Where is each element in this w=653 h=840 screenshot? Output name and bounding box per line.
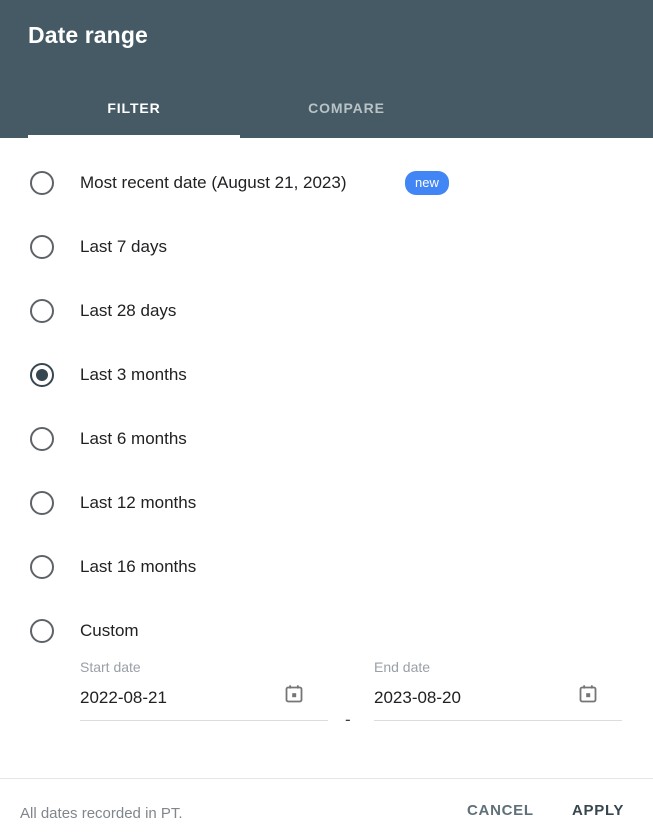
calendar-icon[interactable] [284,684,304,704]
start-date-label: Start date [80,659,141,675]
option-label-last-6-months: Last 6 months [80,429,187,448]
option-label-last-16-months: Last 16 months [80,557,197,576]
radio-last-3-months[interactable] [30,363,54,387]
option-label-last-28-days: Last 28 days [80,301,177,320]
dialog-body: Most recent date (August 21, 2023) new L… [0,138,653,778]
option-last-28-days[interactable]: Last 28 days [0,279,653,343]
option-last-16-months[interactable]: Last 16 months [0,535,653,599]
dialog-header: Date range FILTER COMPARE [0,0,653,138]
radio-last-16-months[interactable] [30,555,54,579]
apply-button[interactable]: APPLY [572,801,624,821]
radio-most-recent-date[interactable] [30,171,54,195]
tab-bar: FILTER COMPARE [0,88,653,138]
tab-compare[interactable]: COMPARE [240,88,453,135]
option-label-last-3-months: Last 3 months [80,365,187,384]
status-badge-new: new [405,171,449,195]
radio-last-6-months[interactable] [30,427,54,451]
end-date-field[interactable]: End date 2023-08-20 [374,658,622,728]
option-custom[interactable]: Custom [0,599,653,663]
start-date-field[interactable]: Start date 2022-08-21 [80,658,328,728]
option-last-3-months[interactable]: Last 3 months [0,343,653,407]
date-range-dialog: Date range FILTER COMPARE Most recent da… [0,0,653,840]
calendar-icon[interactable] [578,684,598,704]
option-label-custom: Custom [80,621,139,640]
option-label-most-recent-date: Most recent date (August 21, 2023) [80,173,347,192]
page-title: Date range [28,22,148,48]
start-date-value[interactable]: 2022-08-21 [80,686,167,710]
radio-last-12-months[interactable] [30,491,54,515]
tab-filter[interactable]: FILTER [28,88,240,135]
custom-date-range: Start date 2022-08-21 - End date 2023-08… [0,658,653,738]
radio-last-28-days[interactable] [30,299,54,323]
option-label-last-7-days: Last 7 days [80,237,167,256]
cancel-button[interactable]: CANCEL [467,801,534,821]
option-last-6-months[interactable]: Last 6 months [0,407,653,471]
option-last-7-days[interactable]: Last 7 days [0,215,653,279]
radio-last-7-days[interactable] [30,235,54,259]
option-label-last-12-months: Last 12 months [80,493,197,512]
radio-custom[interactable] [30,619,54,643]
dialog-footer: All dates recorded in PT. CANCEL APPLY [0,778,653,840]
option-last-12-months[interactable]: Last 12 months [0,471,653,535]
start-date-underline [80,720,328,721]
date-range-separator: - [345,710,351,729]
end-date-underline [374,720,622,721]
footer-note: All dates recorded in PT. [20,805,183,822]
end-date-label: End date [374,659,431,675]
option-most-recent-date[interactable]: Most recent date (August 21, 2023) new [0,151,653,215]
end-date-value[interactable]: 2023-08-20 [374,686,461,710]
